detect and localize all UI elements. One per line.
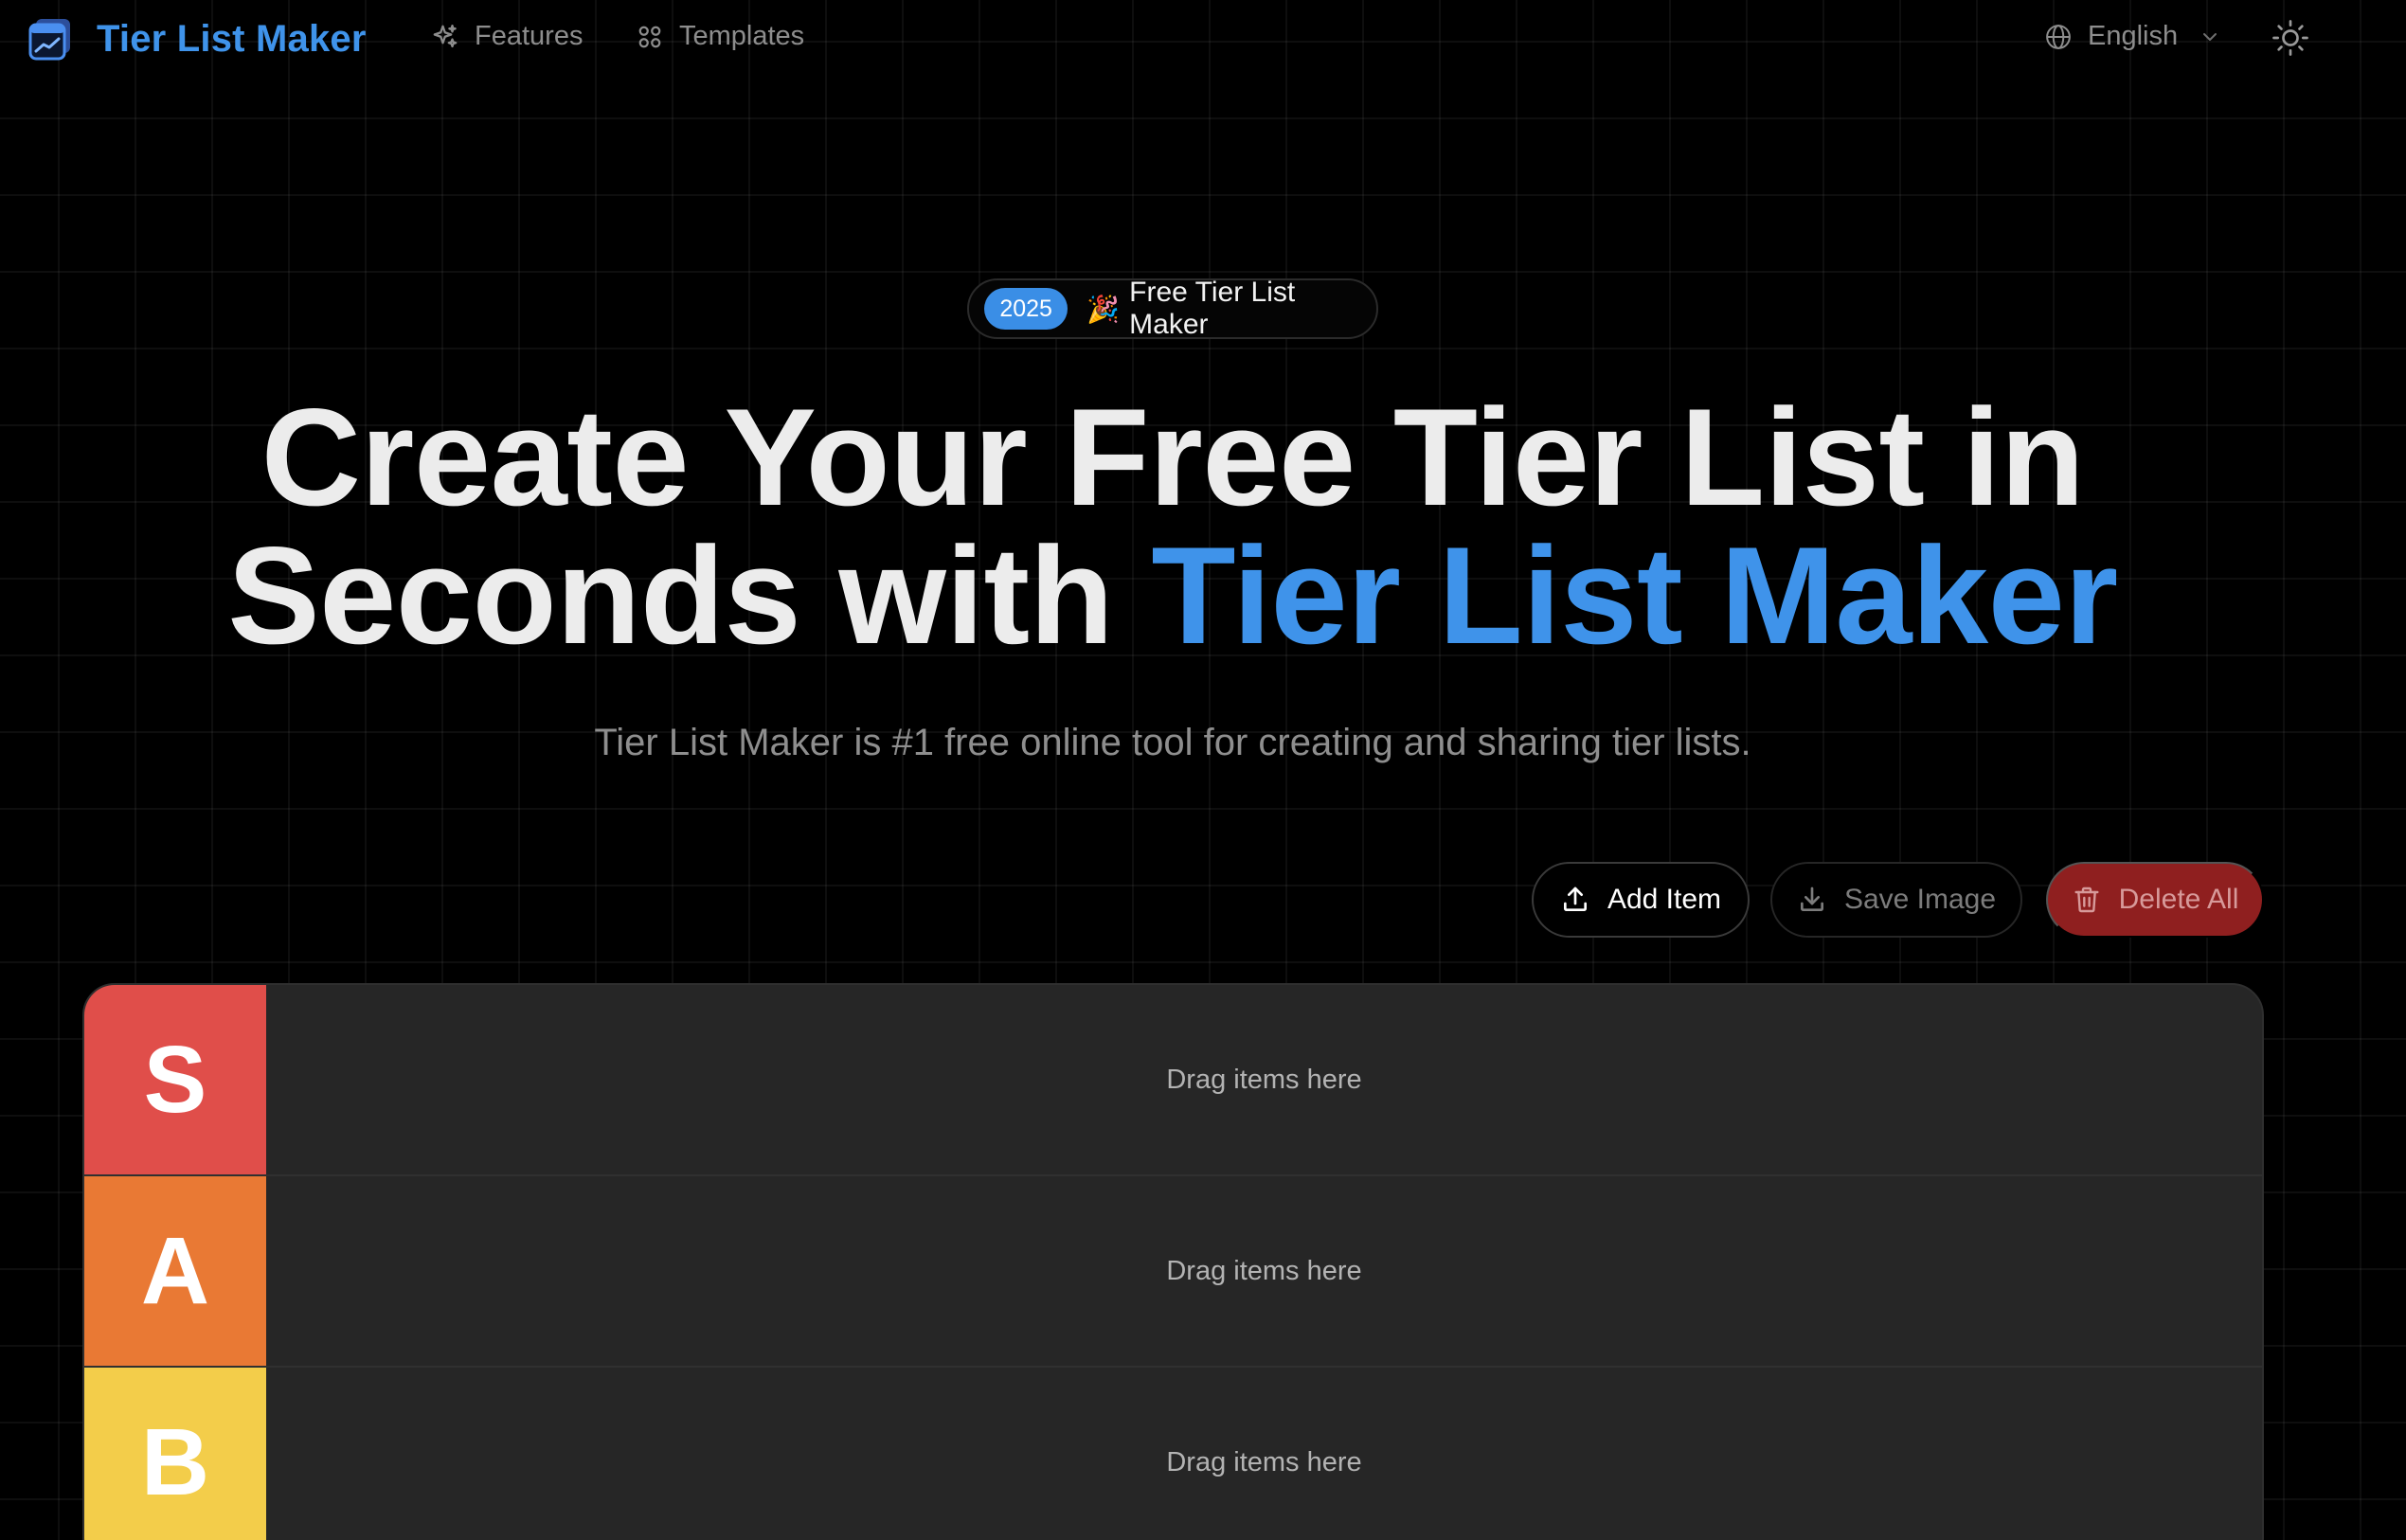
nav-link-features[interactable]: Features	[431, 21, 583, 52]
title-line-1: Create Your Free Tier List in	[260, 380, 2085, 534]
year-pill: 2025	[984, 288, 1068, 330]
grid-icon	[638, 26, 661, 47]
nav-link-templates-label: Templates	[679, 21, 805, 51]
top-navbar: Tier List Maker Features Templates Engli…	[0, 0, 2406, 80]
tier-row-a: A Drag items here	[84, 1176, 2262, 1368]
add-item-label: Add Item	[1607, 884, 1722, 915]
badge-label: Free Tier List Maker	[1129, 277, 1296, 340]
tier-dropzone-b[interactable]: Drag items here	[266, 1368, 2262, 1540]
badge-text: 🎉 Free Tier List Maker	[1086, 277, 1376, 341]
language-select[interactable]: English	[2044, 21, 2221, 52]
title-accent: Tier List Maker	[1151, 518, 2118, 672]
page-title: Create Your Free Tier List in Seconds wi…	[0, 388, 2345, 665]
title-line-2-prefix: Seconds with	[227, 518, 1152, 672]
brand-link[interactable]: Tier List Maker	[27, 15, 367, 63]
tier-label-b[interactable]: B	[84, 1368, 266, 1540]
sparkles-icon	[433, 24, 458, 47]
announcement-badge: 2025 🎉 Free Tier List Maker	[967, 277, 1378, 341]
brand-name: Tier List Maker	[97, 17, 367, 60]
globe-icon	[2046, 24, 2071, 49]
tier-dropzone-s[interactable]: Drag items here	[266, 985, 2262, 1174]
tier-row-s: S Drag items here	[84, 985, 2262, 1176]
hero-subtitle: Tier List Maker is #1 free online tool f…	[594, 722, 1751, 763]
tier-label-s[interactable]: S	[84, 985, 266, 1174]
tier-list-logo-icon	[28, 19, 70, 61]
delete-all-label: Delete All	[2118, 884, 2239, 915]
chevron-down-icon	[2203, 32, 2217, 41]
save-image-button[interactable]: Save Image	[1770, 862, 2022, 938]
nav-link-features-label: Features	[475, 21, 584, 51]
tier-row-b: B Drag items here	[84, 1368, 2262, 1540]
nav-link-templates[interactable]: Templates	[636, 21, 804, 52]
tier-label-a[interactable]: A	[84, 1176, 266, 1366]
save-image-label: Save Image	[1843, 884, 1997, 915]
upload-icon	[1563, 886, 1587, 911]
download-icon	[1800, 886, 1823, 911]
trash-icon	[2074, 886, 2099, 913]
delete-all-button[interactable]: Delete All	[2046, 862, 2264, 938]
sun-icon[interactable]	[2271, 19, 2309, 57]
tier-board: S Drag items here A Drag items here B Dr…	[82, 983, 2264, 1540]
add-item-button[interactable]: Add Item	[1532, 862, 1750, 938]
party-popper-icon: 🎉	[1086, 294, 1121, 324]
language-label: English	[2088, 21, 2179, 51]
tier-dropzone-a[interactable]: Drag items here	[266, 1176, 2262, 1366]
